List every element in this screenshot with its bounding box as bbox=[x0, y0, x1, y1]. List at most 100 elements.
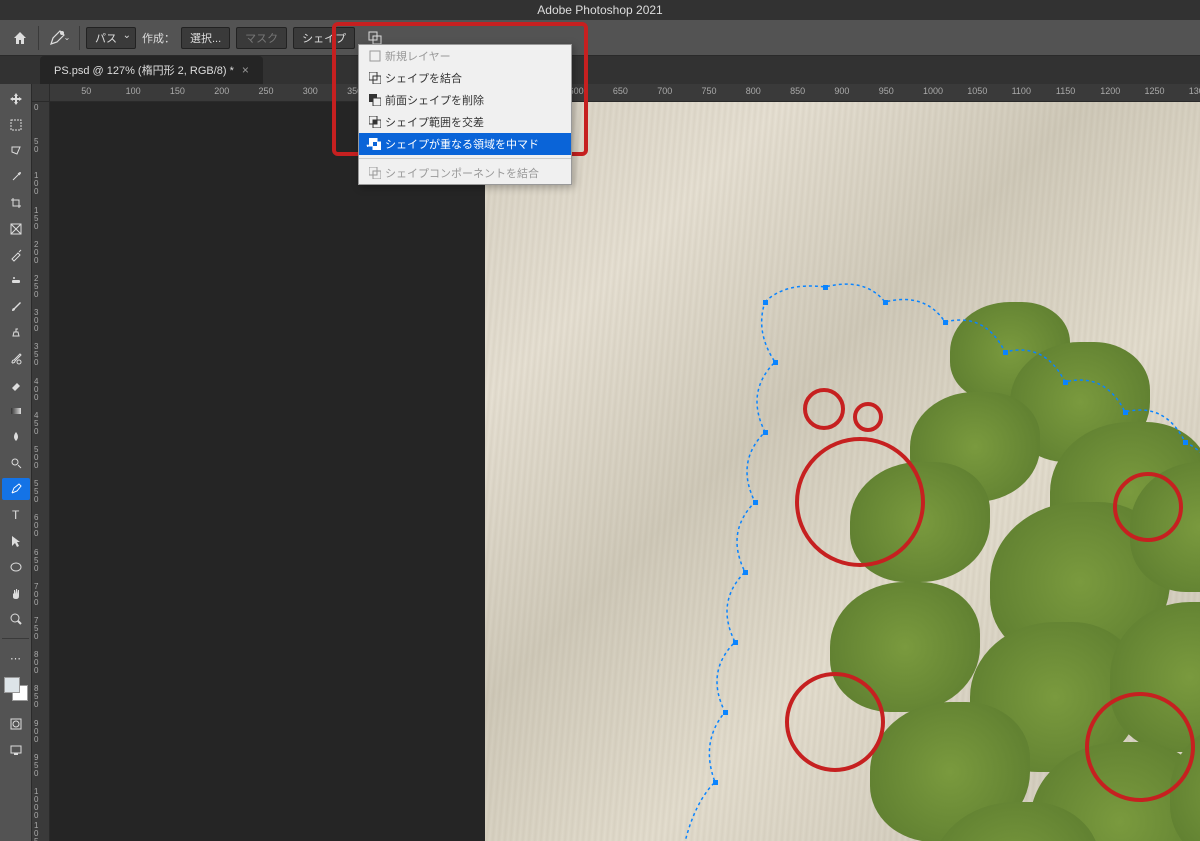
menu-intersect-shapes[interactable]: シェイプ範囲を交差 bbox=[359, 111, 571, 133]
type-tool[interactable]: T bbox=[2, 504, 30, 526]
ruler-mark: 0 bbox=[34, 104, 38, 112]
mask-button[interactable]: マスク bbox=[236, 27, 287, 49]
ruler-mark: 250 bbox=[34, 275, 38, 299]
ruler-mark: 850 bbox=[790, 86, 805, 96]
ruler-mark: 900 bbox=[834, 86, 849, 96]
document-tab[interactable]: PS.psd @ 127% (楕円形 2, RGB/8) * × bbox=[40, 56, 263, 84]
svg-text:T: T bbox=[12, 508, 20, 522]
ruler-mark: 1000 bbox=[34, 788, 38, 820]
divider bbox=[38, 26, 39, 50]
ruler-mark: 150 bbox=[34, 207, 38, 231]
ruler-mark: 750 bbox=[34, 617, 38, 641]
menu-subtract-front[interactable]: 前面シェイプを削除 bbox=[359, 89, 571, 111]
eraser-tool[interactable] bbox=[2, 374, 30, 396]
menu-label: シェイプを結合 bbox=[385, 70, 462, 86]
divider bbox=[79, 26, 80, 50]
hand-tool[interactable] bbox=[2, 582, 30, 604]
ruler-mark: 1050 bbox=[34, 822, 38, 841]
menu-label: シェイプ範囲を交差 bbox=[385, 114, 484, 130]
path-selection-tool[interactable] bbox=[2, 530, 30, 552]
ruler-mark: 300 bbox=[303, 86, 318, 96]
make-label: 作成： bbox=[142, 30, 175, 46]
ruler-mark: 350 bbox=[34, 343, 38, 367]
divider bbox=[2, 638, 29, 639]
color-swatches[interactable] bbox=[4, 677, 28, 701]
clone-stamp-tool[interactable] bbox=[2, 322, 30, 344]
history-brush-tool[interactable] bbox=[2, 348, 30, 370]
ruler-mark: 650 bbox=[613, 86, 628, 96]
document-image bbox=[485, 102, 1200, 841]
menu-exclude-overlap[interactable]: ✓ シェイプが重なる領域を中マド bbox=[359, 133, 571, 155]
menu-label: 新規レイヤー bbox=[385, 48, 451, 64]
rectangular-marquee-tool[interactable] bbox=[2, 114, 30, 136]
annotation-circle bbox=[1085, 692, 1195, 802]
move-tool[interactable] bbox=[2, 88, 30, 110]
ruler-horizontal[interactable]: 0501001502002503003504004505005506006507… bbox=[50, 84, 1200, 102]
ruler-mark: 800 bbox=[746, 86, 761, 96]
close-icon[interactable]: × bbox=[242, 63, 249, 77]
menu-label: シェイプコンポーネントを結合 bbox=[385, 165, 539, 181]
edit-toolbar[interactable]: ⋯ bbox=[2, 647, 30, 669]
ruler-mark: 1000 bbox=[923, 86, 943, 96]
crop-tool[interactable] bbox=[2, 192, 30, 214]
ruler-mark: 600 bbox=[34, 514, 38, 538]
menu-new-layer[interactable]: 新規レイヤー bbox=[359, 45, 571, 67]
ruler-mark: 800 bbox=[34, 651, 38, 675]
menu-label: シェイプが重なる領域を中マド bbox=[385, 136, 539, 152]
options-bar: ⌄ パス 作成： 選択... マスク シェイプ bbox=[0, 20, 1200, 56]
ruler-origin[interactable] bbox=[32, 84, 50, 102]
dodge-tool[interactable] bbox=[2, 452, 30, 474]
ruler-mark: 500 bbox=[34, 446, 38, 470]
pen-tool[interactable] bbox=[2, 478, 30, 500]
annotation-circle bbox=[803, 388, 845, 430]
ruler-mark: 100 bbox=[34, 172, 38, 196]
gradient-tool[interactable] bbox=[2, 400, 30, 422]
foreground-color[interactable] bbox=[4, 677, 20, 693]
ruler-mark: 250 bbox=[259, 86, 274, 96]
pen-tool-indicator[interactable]: ⌄ bbox=[45, 26, 73, 50]
ruler-mark: 1250 bbox=[1145, 86, 1165, 96]
zoom-tool[interactable] bbox=[2, 608, 30, 630]
annotation-circle bbox=[1113, 472, 1183, 542]
menu-label: 前面シェイプを削除 bbox=[385, 92, 484, 108]
ruler-mark: 300 bbox=[34, 309, 38, 333]
ruler-mark: 450 bbox=[34, 412, 38, 436]
annotation-circle bbox=[785, 672, 885, 772]
blur-tool[interactable] bbox=[2, 426, 30, 448]
path-operations-menu: 新規レイヤー シェイプを結合 前面シェイプを削除 シェイプ範囲を交差 ✓ シェイ… bbox=[358, 44, 572, 185]
ruler-mark: 750 bbox=[702, 86, 717, 96]
annotation-circle bbox=[795, 437, 925, 567]
ruler-mark: 950 bbox=[34, 754, 38, 778]
ruler-mark: 100 bbox=[126, 86, 141, 96]
brush-tool[interactable] bbox=[2, 296, 30, 318]
menu-separator bbox=[359, 158, 571, 159]
magic-wand-tool[interactable] bbox=[2, 166, 30, 188]
ruler-vertical[interactable]: 0501001502002503003504004505005506006507… bbox=[32, 102, 50, 841]
make-selection-button[interactable]: 選択... bbox=[181, 27, 230, 49]
ruler-mark: 850 bbox=[34, 685, 38, 709]
rectangle-tool[interactable] bbox=[2, 556, 30, 578]
ruler-mark: 1150 bbox=[1056, 86, 1075, 96]
tool-mode-dropdown[interactable]: パス bbox=[86, 27, 136, 49]
ruler-mark: 550 bbox=[34, 480, 38, 504]
ruler-mark: 950 bbox=[879, 86, 894, 96]
quick-mask-toggle[interactable] bbox=[2, 713, 30, 735]
ruler-mark: 1100 bbox=[1012, 86, 1031, 96]
home-button[interactable] bbox=[8, 26, 32, 50]
ruler-mark: 50 bbox=[81, 86, 91, 96]
spot-healing-tool[interactable] bbox=[2, 270, 30, 292]
frame-tool[interactable] bbox=[2, 218, 30, 240]
menu-combine-shapes[interactable]: シェイプを結合 bbox=[359, 67, 571, 89]
ruler-mark: 700 bbox=[657, 86, 672, 96]
tools-panel: T ⋯ bbox=[0, 84, 32, 841]
ruler-mark: 650 bbox=[34, 549, 38, 573]
ruler-mark: 200 bbox=[34, 241, 38, 265]
eyedropper-tool[interactable] bbox=[2, 244, 30, 266]
canvas[interactable] bbox=[50, 102, 1200, 841]
menu-merge-components[interactable]: シェイプコンポーネントを結合 bbox=[359, 162, 571, 184]
ruler-mark: 400 bbox=[34, 378, 38, 402]
lasso-tool[interactable] bbox=[2, 140, 30, 162]
ruler-mark: 150 bbox=[170, 86, 185, 96]
ruler-mark: 200 bbox=[214, 86, 229, 96]
screen-mode-toggle[interactable] bbox=[2, 739, 30, 761]
